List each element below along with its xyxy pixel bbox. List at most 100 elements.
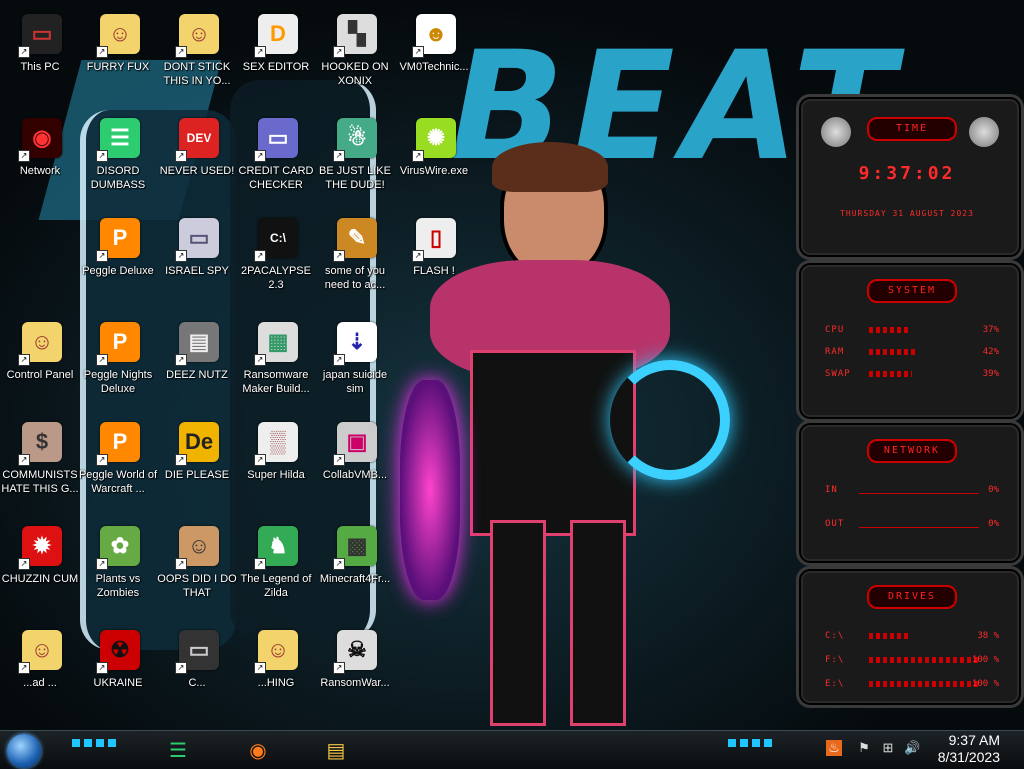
desktop-icon-label: japan suicide sim	[322, 369, 388, 395]
drives-gadget[interactable]: DRIVES C:\ 38 % F:\ 100 % E:\ 100 %	[796, 566, 1024, 708]
taskbar-app-discord-style-app[interactable]: ☰	[160, 733, 196, 767]
desktop-icon-label: C...	[188, 677, 206, 689]
desktop-icon-label: The Legend of Zilda	[240, 573, 312, 599]
desktop-icon[interactable]: ✎ ↗ some of you need to ac...	[315, 212, 395, 308]
system-row-value: 42%	[982, 347, 999, 357]
desktop-icon[interactable]: ☻ ↗ VM0Technic...	[394, 8, 474, 104]
desktop-icon[interactable]: ▯ ↗ FLASH !	[394, 212, 474, 308]
taskbar-clock[interactable]: 9:37 AM 8/31/2023	[938, 732, 1000, 766]
shortcut-arrow-icon: ↗	[254, 454, 266, 466]
desktop-icon[interactable]: P ↗ Peggle Nights Deluxe	[78, 316, 158, 412]
desktop-icon[interactable]: ☺ ↗ ...ad ...	[0, 624, 80, 720]
desktop-icon[interactable]: ✹ ↗ CHUZZIN CUM	[0, 520, 80, 616]
alien-icon	[821, 117, 851, 147]
desktop-icon[interactable]: $ ↗ COMMUNISTS HATE THIS G...	[0, 416, 80, 512]
desktop-icon-label: FURRY FUX	[86, 61, 150, 73]
shortcut-arrow-icon: ↗	[175, 354, 187, 366]
taskbar-decoration	[728, 739, 774, 747]
desktop-icon[interactable]: ☢ ↗ UKRAINE	[78, 624, 158, 720]
shortcut-arrow-icon: ↗	[175, 46, 187, 58]
desktop-icon[interactable]: ▤ ↗ DEEZ NUTZ	[157, 316, 237, 412]
desktop-icon-label: Super Hilda	[247, 469, 305, 481]
start-button[interactable]	[7, 734, 41, 768]
network-activity-graph	[859, 479, 979, 494]
desktop-icon[interactable]: ✿ ↗ Plants vs Zombies	[78, 520, 158, 616]
drives-usage-bar	[869, 633, 911, 639]
desktop-icon[interactable]: ▭ ↗ ISRAEL SPY	[157, 212, 237, 308]
shortcut-arrow-icon: ↗	[412, 46, 424, 58]
desktop-icon[interactable]: ▩ ↗ Minecraft4Fr...	[315, 520, 395, 616]
shortcut-arrow-icon: ↗	[18, 662, 30, 674]
desktop-icon[interactable]: ✺ ↗ VirusWire.exe	[394, 112, 474, 208]
shortcut-arrow-icon: ↗	[18, 558, 30, 570]
time-gadget-title: TIME	[867, 117, 957, 141]
desktop-icon[interactable]: ☺ ↗ DONT STICK THIS IN YO...	[157, 8, 237, 104]
desktop-icon[interactable]: P ↗ Peggle Deluxe	[78, 212, 158, 308]
network-row-label: OUT	[825, 519, 845, 529]
time-gadget[interactable]: TIME 9:37:02 THURSDAY 31 AUGUST 2023	[796, 94, 1024, 260]
desktop-icon[interactable]: ▭ ↗ C...	[157, 624, 237, 720]
desktop-icon[interactable]: ☺ ↗ FURRY FUX	[78, 8, 158, 104]
system-gadget[interactable]: SYSTEM CPU 37% RAM 42% SWAP 39%	[796, 260, 1024, 422]
shortcut-arrow-icon: ↗	[333, 250, 345, 262]
desktop-icon[interactable]: C:\ ↗ 2PACALYPSE 2.3	[236, 212, 316, 308]
desktop-icon[interactable]: ▦ ↗ Ransomware Maker Build...	[236, 316, 316, 412]
desktop-icon[interactable]: ▭ ↗ This PC	[0, 8, 80, 104]
desktop-icon[interactable]: ☺ ↗ Control Panel	[0, 316, 80, 412]
desktop-icon[interactable]: ▚ ↗ HOOKED ON XONIX	[315, 8, 395, 104]
drives-row-value: 38 %	[977, 631, 999, 641]
shortcut-arrow-icon: ↗	[412, 150, 424, 162]
desktop-icon[interactable]: De ↗ DIE PLEASE	[157, 416, 237, 512]
drives-row-label: F:\	[825, 655, 845, 665]
shortcut-arrow-icon: ↗	[333, 354, 345, 366]
system-usage-bar	[869, 349, 915, 355]
desktop-icon[interactable]: P ↗ Peggle World of Warcraft ...	[78, 416, 158, 512]
desktop-icon-label: ...HING	[257, 677, 295, 689]
network-tray-icon[interactable]: ⊞	[880, 740, 896, 756]
desktop-icon-label: HOOKED ON XONIX	[321, 61, 389, 87]
shortcut-arrow-icon: ↗	[175, 250, 187, 262]
network-gadget-title: NETWORK	[867, 439, 957, 463]
volume-tray-icon[interactable]: 🔊	[904, 740, 920, 756]
desktop-icon[interactable]: ▣ ↗ CollabVMB...	[315, 416, 395, 512]
desktop-icon-label: Ransomware Maker Build...	[242, 369, 310, 395]
desktop-icon[interactable]: D ↗ SEX EDITOR	[236, 8, 316, 104]
drives-row-value: 100 %	[971, 679, 999, 689]
taskbar-decoration	[72, 739, 118, 747]
shortcut-arrow-icon: ↗	[18, 354, 30, 366]
desktop-icon[interactable]: ☠ ↗ RansomWar...	[315, 624, 395, 720]
desktop-icon-label: DEEZ NUTZ	[166, 369, 228, 381]
desktop-icon[interactable]: ☺ ↗ OOPS DID I DO THAT	[157, 520, 237, 616]
desktop-icon-label: DISORD DUMBASS	[90, 165, 146, 191]
shortcut-arrow-icon: ↗	[254, 662, 266, 674]
desktop-icon[interactable]: ▭ ↗ CREDIT CARD CHECKER	[236, 112, 316, 208]
desktop-icon-label: DONT STICK THIS IN YO...	[163, 61, 231, 87]
java-tray-icon[interactable]: ♨	[826, 740, 842, 756]
desktop-icon[interactable]: ☃ ↗ BE JUST LIKE THE DUDE!	[315, 112, 395, 208]
drives-gadget-title: DRIVES	[867, 585, 957, 609]
taskbar-date: 8/31/2023	[937, 749, 1000, 765]
network-gadget[interactable]: NETWORK IN 0% OUT 0%	[796, 420, 1024, 566]
shortcut-arrow-icon: ↗	[333, 558, 345, 570]
desktop-icon[interactable]: ☰ ↗ DISORD DUMBASS	[78, 112, 158, 208]
flag-tray-icon[interactable]: ⚑	[856, 740, 872, 756]
desktop-icon[interactable]: ☺ ↗ ...HING	[236, 624, 316, 720]
system-row-label: CPU	[825, 325, 845, 335]
shortcut-arrow-icon: ↗	[96, 150, 108, 162]
drives-row-label: C:\	[825, 631, 845, 641]
taskbar-app-firefox[interactable]: ◉	[240, 733, 276, 767]
desktop-icon[interactable]: ⇣ ↗ japan suicide sim	[315, 316, 395, 412]
taskbar-app-file-explorer[interactable]: ▤	[318, 733, 354, 767]
desktop-icon[interactable]: ▒ ↗ Super Hilda	[236, 416, 316, 512]
shortcut-arrow-icon: ↗	[254, 150, 266, 162]
desktop-icon[interactable]: DEV ↗ NEVER USED!	[157, 112, 237, 208]
desktop-icon[interactable]: ♞ ↗ The Legend of Zilda	[236, 520, 316, 616]
shortcut-arrow-icon: ↗	[96, 454, 108, 466]
network-activity-graph	[859, 513, 979, 528]
desktop-icon-label: SEX EDITOR	[242, 61, 310, 73]
desktop-icon-label: Peggle Nights Deluxe	[83, 369, 153, 395]
shortcut-arrow-icon: ↗	[96, 250, 108, 262]
shortcut-arrow-icon: ↗	[175, 558, 187, 570]
desktop-icon[interactable]: ◉ ↗ Network	[0, 112, 80, 208]
shortcut-arrow-icon: ↗	[96, 558, 108, 570]
